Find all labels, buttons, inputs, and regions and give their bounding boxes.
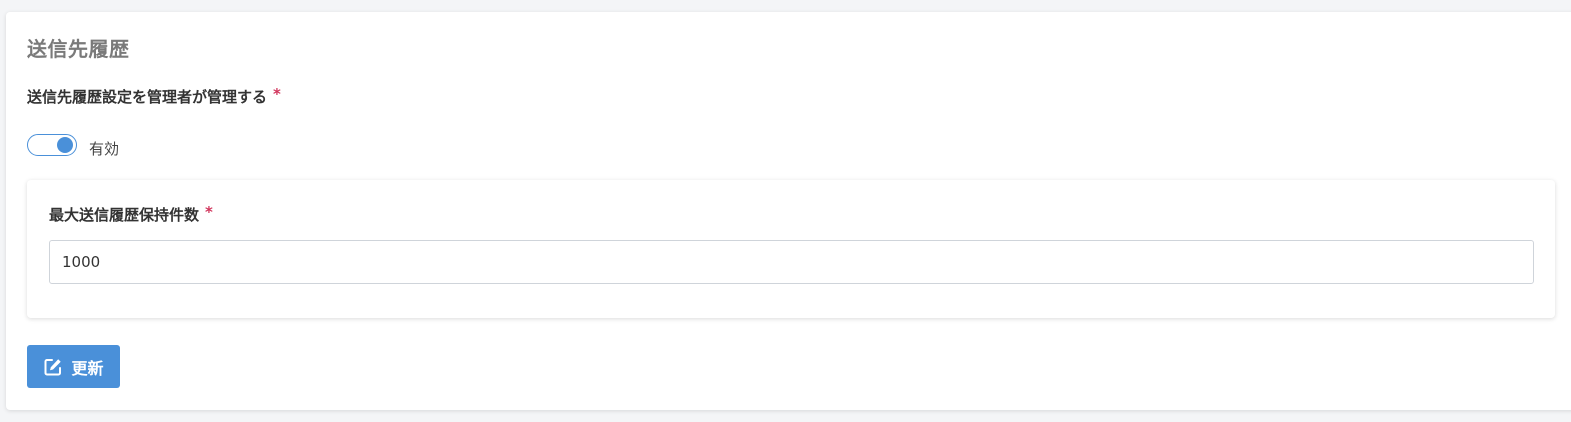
update-button[interactable]: 更新 (27, 345, 120, 388)
admin-manage-toggle[interactable] (27, 134, 77, 156)
toggle-state-label: 有効 (89, 139, 120, 158)
toggle-knob (57, 137, 73, 153)
edit-icon (44, 358, 62, 375)
section-title: 送信先履歴 (27, 37, 130, 61)
update-button-label: 更新 (71, 358, 104, 378)
required-mark: * (273, 85, 281, 103)
max-history-label: 最大送信履歴保持件数 * (49, 203, 213, 225)
history-settings-card: 送信先履歴 送信先履歴設定を管理者が管理する * 有効 最大送信履歴保持件数 * 更… (6, 12, 1571, 410)
admin-manage-label: 送信先履歴設定を管理者が管理する * (27, 85, 281, 107)
max-history-label-text: 最大送信履歴保持件数 (49, 206, 200, 224)
admin-manage-label-text: 送信先履歴設定を管理者が管理する (27, 88, 268, 106)
max-history-card: 最大送信履歴保持件数 * (27, 180, 1555, 318)
admin-manage-toggle-row: 有効 (27, 132, 119, 158)
required-mark: * (205, 203, 213, 221)
max-history-input[interactable] (49, 240, 1534, 284)
